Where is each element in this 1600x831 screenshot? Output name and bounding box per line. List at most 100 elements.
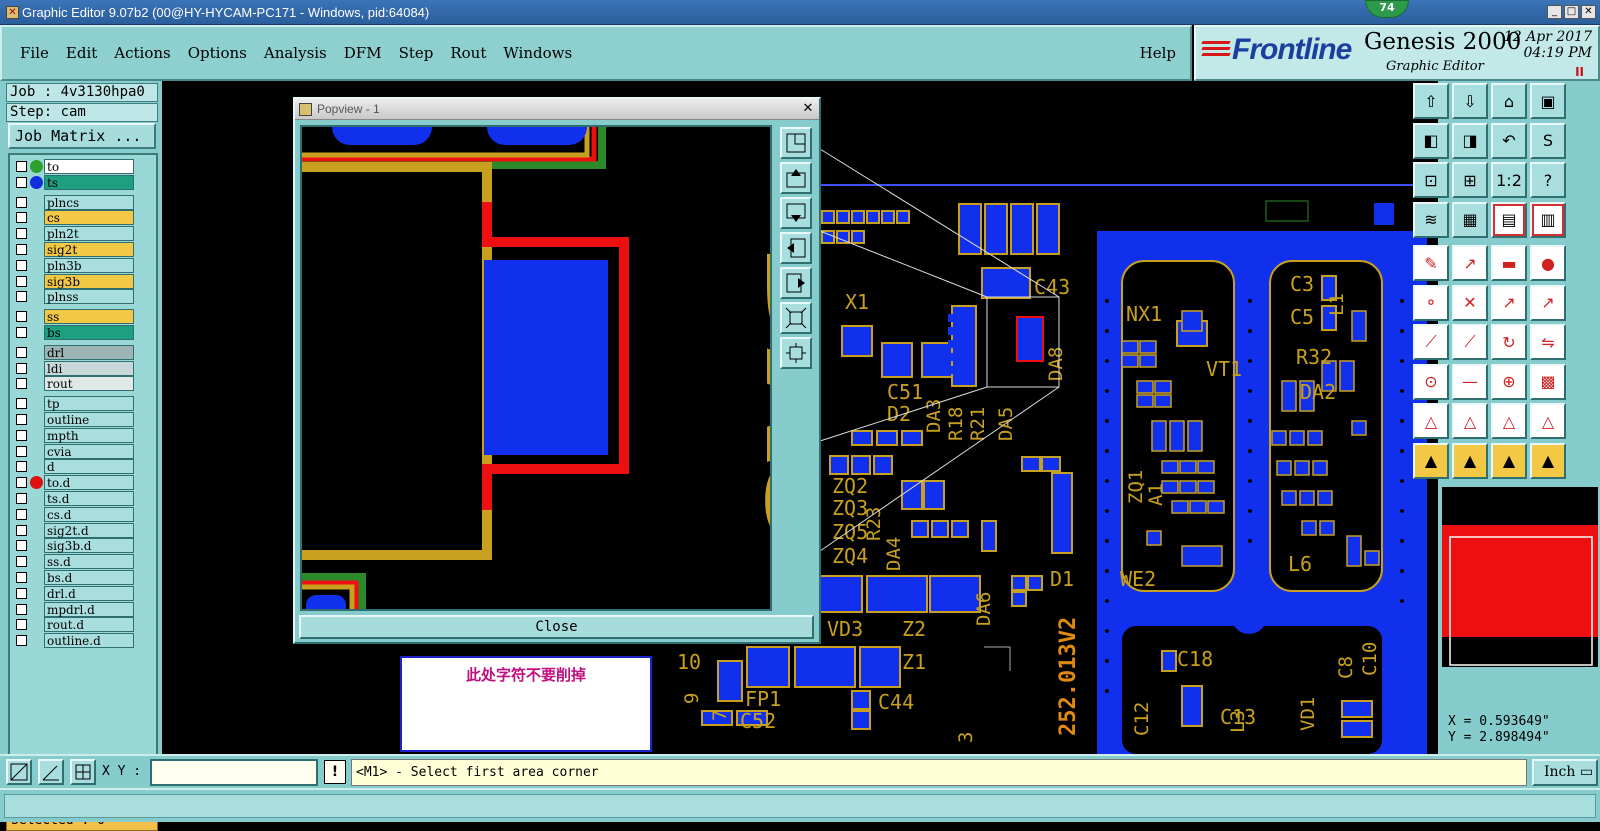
layer-row[interactable]: mpdrl.d <box>14 601 138 617</box>
menu-file[interactable]: File <box>20 44 49 62</box>
menu-options[interactable]: Options <box>188 44 247 62</box>
layer-name[interactable]: outline.d <box>44 633 134 649</box>
menu-dfm[interactable]: DFM <box>344 44 382 62</box>
triangle3-icon[interactable]: △ <box>1491 403 1527 439</box>
popview-titlebar[interactable]: Popview - 1 ✕ <box>295 99 819 120</box>
layer-row[interactable]: cvia <box>14 443 138 459</box>
units-dropdown[interactable]: Inch ▭ <box>1532 759 1598 786</box>
snap-icon[interactable]: ✎ <box>1413 245 1449 281</box>
menu-step[interactable]: Step <box>399 44 434 62</box>
net-icon[interactable]: ⚬ <box>1413 284 1449 321</box>
layer-row[interactable]: bs <box>14 325 138 340</box>
zoom-down-icon[interactable]: ⇩ <box>1452 83 1488 119</box>
layer-row[interactable]: plnss <box>14 289 138 305</box>
layer-row[interactable]: drl.d <box>14 585 138 601</box>
popview-left-icon[interactable] <box>780 232 812 264</box>
layer-checkbox[interactable] <box>16 508 27 520</box>
layer-checkbox[interactable] <box>16 275 27 287</box>
layer-name[interactable]: pln3b <box>44 257 134 273</box>
layer-row[interactable]: sig3b.d <box>14 538 138 554</box>
pointer3-icon[interactable]: ▲ <box>1491 442 1527 479</box>
layer-row[interactable]: outline <box>14 412 138 427</box>
popview-close-button[interactable]: Close <box>299 615 814 639</box>
arrow2-icon[interactable]: ↗ <box>1530 284 1566 321</box>
snap-icon[interactable] <box>6 759 32 785</box>
popview-canvas[interactable]: DA8 <box>300 125 772 611</box>
triangle2-icon[interactable]: △ <box>1452 403 1488 439</box>
menu-edit[interactable]: Edit <box>66 44 97 62</box>
layer-row[interactable]: plncs <box>14 194 138 210</box>
menu-help[interactable]: Help <box>1140 44 1176 62</box>
layer-checkbox[interactable] <box>16 524 27 536</box>
layer-name[interactable]: ts.d <box>44 491 134 506</box>
layer-row[interactable]: d <box>14 459 138 475</box>
select-icon[interactable]: ⊙ <box>1413 363 1449 400</box>
layer-name[interactable]: tp <box>44 396 134 412</box>
pointer-icon[interactable]: ▲ <box>1413 442 1449 479</box>
measure-icon[interactable]: ≋ <box>1413 201 1449 238</box>
layer-row[interactable]: to <box>14 159 138 174</box>
layer-checkbox[interactable] <box>16 445 27 457</box>
layer-name[interactable]: sig2t.d <box>44 522 134 538</box>
scale-icon[interactable]: 1:2 <box>1491 162 1527 198</box>
warning-icon[interactable]: ! <box>324 760 346 784</box>
layer-checkbox[interactable] <box>16 556 27 568</box>
move-icon[interactable]: ⊕ <box>1491 363 1527 400</box>
minus-icon[interactable]: — <box>1452 363 1488 400</box>
layer-row[interactable]: sig3b <box>14 273 138 289</box>
layer-name[interactable]: bs <box>44 325 134 340</box>
layer-checkbox[interactable] <box>16 176 27 188</box>
layer-row[interactable]: ss <box>14 309 138 325</box>
layer-row[interactable]: sig2t <box>14 242 138 257</box>
layer-checkbox[interactable] <box>16 362 27 374</box>
layer-color-dot[interactable] <box>30 175 43 189</box>
layer-row[interactable]: ss.d <box>14 554 138 570</box>
minimize-button[interactable]: _ <box>1547 5 1562 19</box>
layer-checkbox[interactable] <box>16 228 27 240</box>
menu-windows[interactable]: Windows <box>503 44 572 62</box>
layer-color-dot[interactable] <box>30 476 43 490</box>
layer-name[interactable]: plncs <box>44 194 134 210</box>
step-icon[interactable]: S <box>1530 122 1566 159</box>
grid-snap-icon[interactable] <box>70 759 96 785</box>
layer-row[interactable]: pln3b <box>14 257 138 273</box>
layer-checkbox[interactable] <box>16 603 27 615</box>
layer-row[interactable]: bs.d <box>14 570 138 585</box>
layer-row[interactable]: mpth <box>14 427 138 443</box>
cross-icon[interactable]: ✕ <box>1452 284 1488 321</box>
layer-name[interactable]: d <box>44 459 134 475</box>
layer-checkbox[interactable] <box>16 244 27 255</box>
angle-icon[interactable] <box>38 759 64 785</box>
layer-checkbox[interactable] <box>16 378 27 390</box>
copy-icon[interactable]: ▩ <box>1530 363 1566 400</box>
zoom-fit-icon[interactable]: ⊞ <box>1452 162 1488 198</box>
layer-name[interactable]: sig3b <box>44 273 134 289</box>
layer-row[interactable]: ldi <box>14 360 138 376</box>
layer-row[interactable]: ts.d <box>14 491 138 506</box>
layer2-icon[interactable]: ▥ <box>1530 201 1566 238</box>
layer-name[interactable]: cs <box>44 210 134 226</box>
pan-right-icon[interactable]: ◨ <box>1452 122 1488 159</box>
popview-expand-icon[interactable] <box>780 337 812 369</box>
layer-name[interactable]: ts <box>44 174 134 190</box>
mirror-icon[interactable]: ⇋ <box>1530 324 1566 360</box>
line2-icon[interactable]: ⟋ <box>1452 324 1488 360</box>
window-icon[interactable]: ▣ <box>1530 83 1566 119</box>
popview-right-icon[interactable] <box>780 267 812 299</box>
grid-icon[interactable]: ▦ <box>1452 201 1488 238</box>
layer-row[interactable]: tp <box>14 396 138 412</box>
layer-checkbox[interactable] <box>16 493 27 504</box>
layer-row[interactable]: ts <box>14 174 138 190</box>
layer-row[interactable]: rout <box>14 376 138 392</box>
layer-checkbox[interactable] <box>16 196 27 208</box>
rotate-icon[interactable]: ↻ <box>1491 324 1527 360</box>
pointer2-icon[interactable]: ▲ <box>1452 442 1488 479</box>
home-icon[interactable]: ⌂ <box>1491 83 1527 119</box>
layer-checkbox[interactable] <box>16 414 27 425</box>
zoom-home-icon[interactable]: ⇧ <box>1413 83 1449 119</box>
layer-checkbox[interactable] <box>16 346 27 358</box>
layer-name[interactable]: bs.d <box>44 570 134 585</box>
layer-row[interactable]: pln2t <box>14 226 138 242</box>
layer-checkbox[interactable] <box>16 619 27 631</box>
layer-checkbox[interactable] <box>16 540 27 552</box>
